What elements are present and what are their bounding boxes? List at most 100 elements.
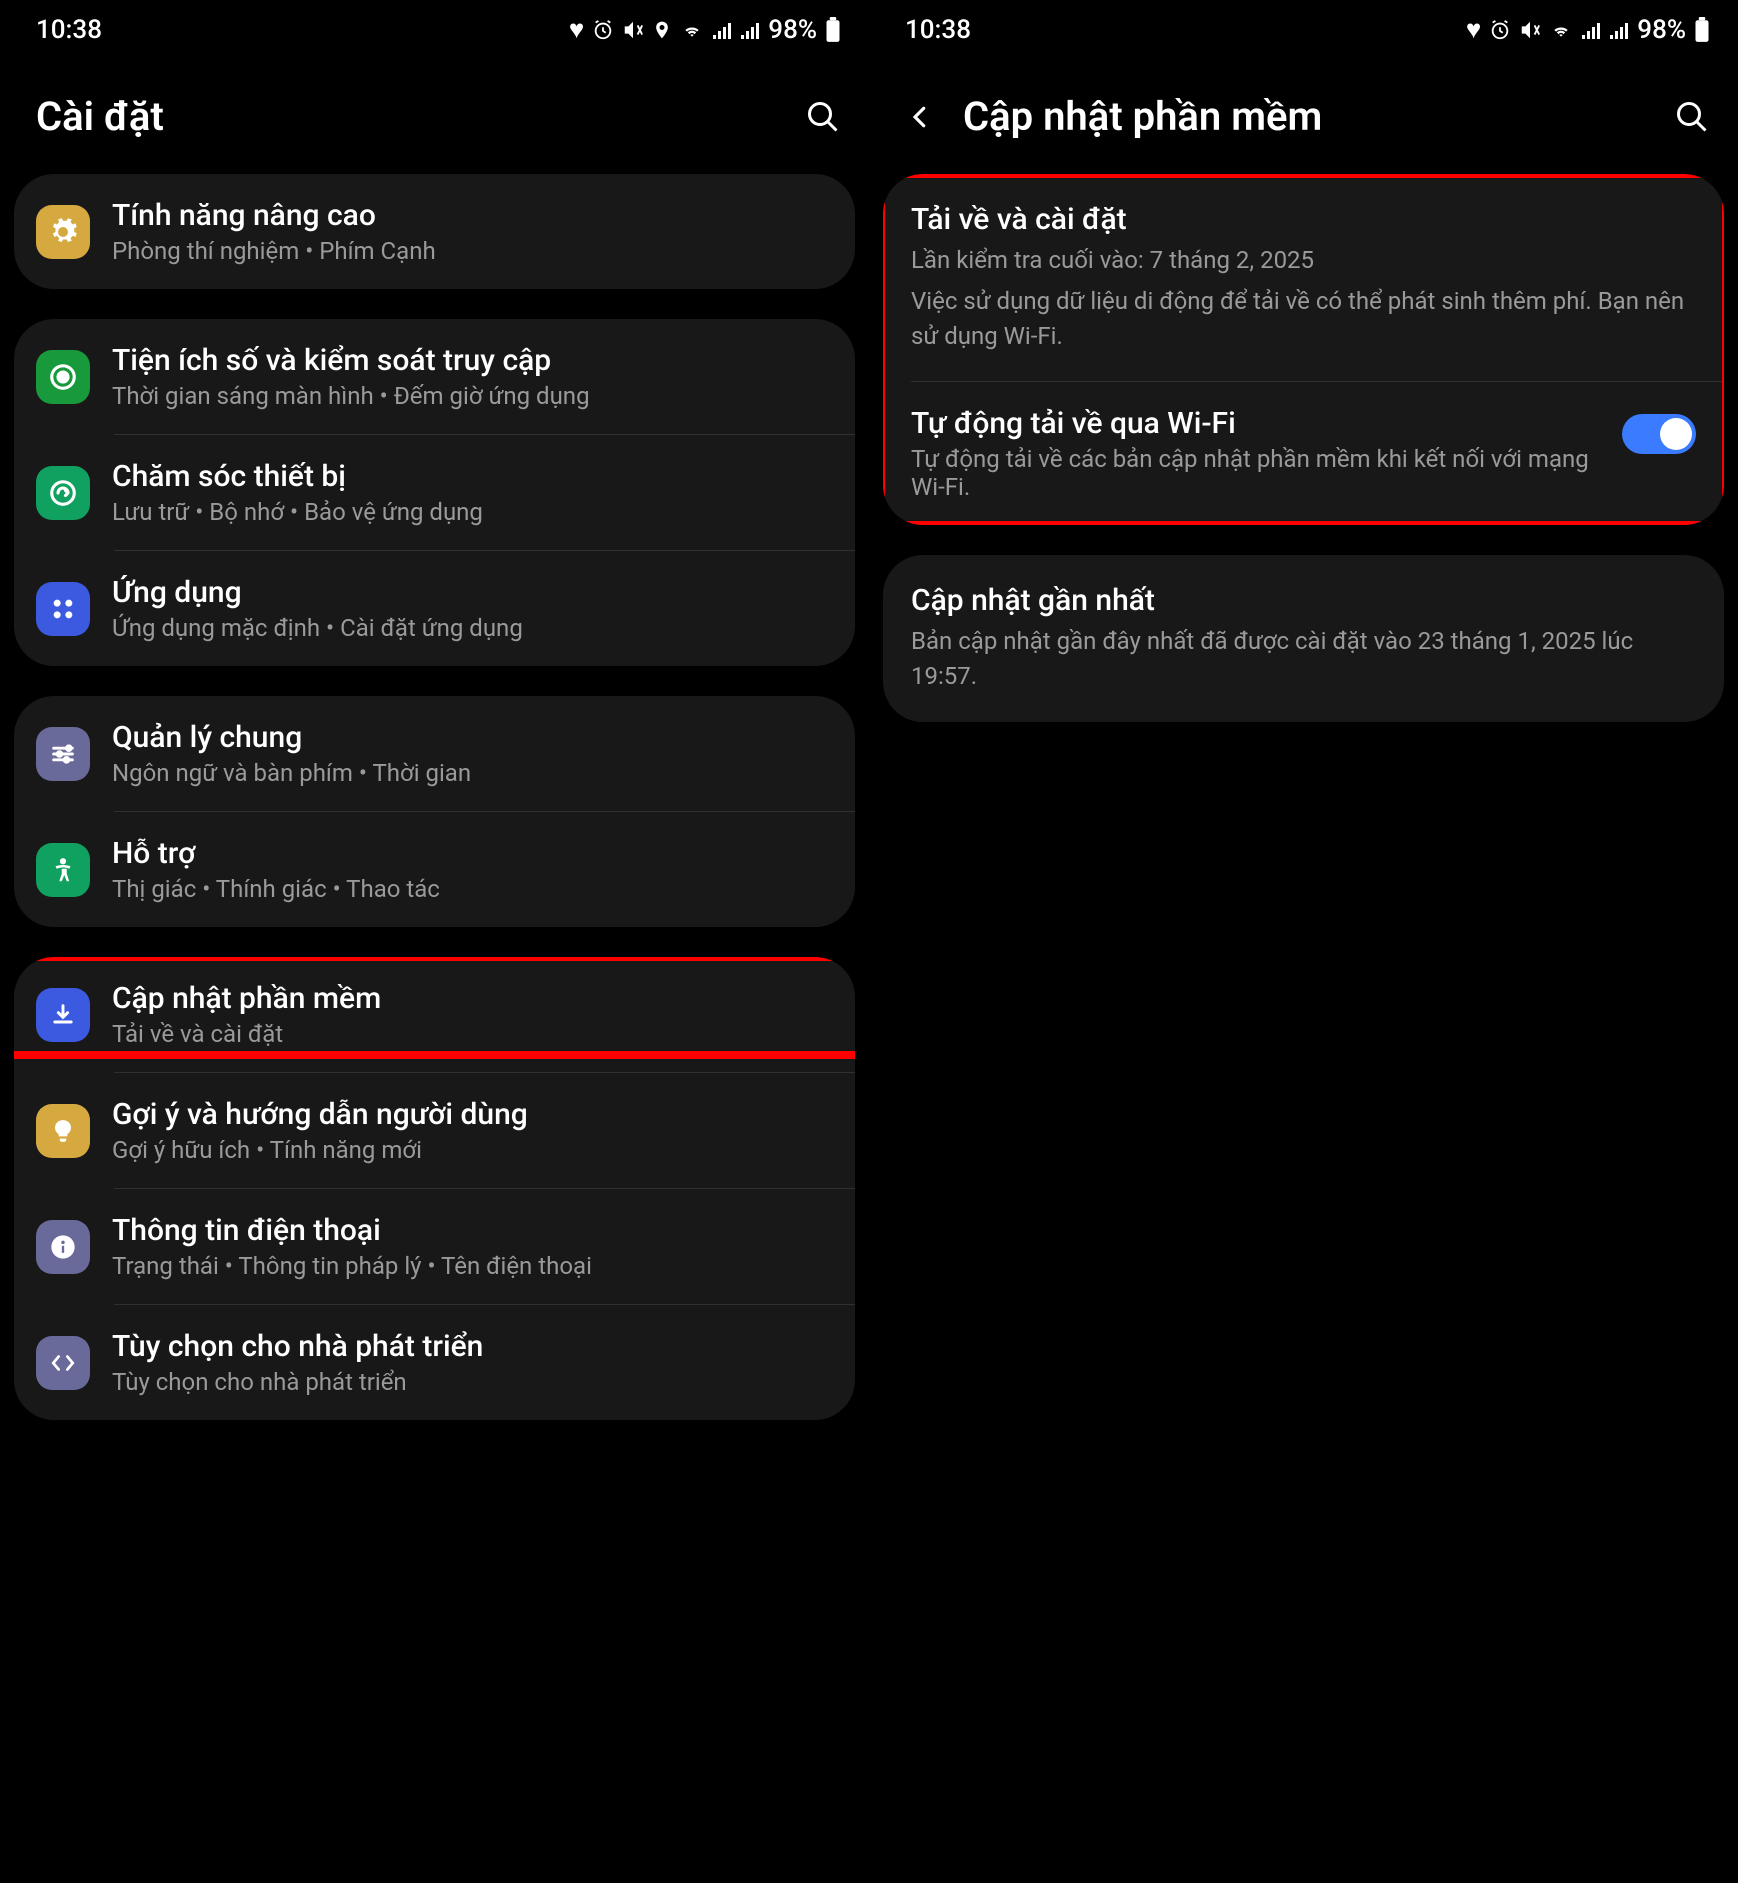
page-title: Cập nhật phần mềm bbox=[963, 93, 1322, 140]
search-button[interactable] bbox=[805, 99, 841, 135]
header-right: Cập nhật phần mềm bbox=[869, 53, 1738, 174]
row-tips[interactable]: Gợi ý và hướng dẫn người dùng Gợi ý hữu … bbox=[14, 1073, 855, 1188]
signal-icon-2 bbox=[740, 21, 760, 39]
row-about[interactable]: Thông tin điện thoại Trạng thái • Thông … bbox=[14, 1189, 855, 1304]
row-title: Quản lý chung bbox=[112, 720, 833, 755]
accessibility-icon bbox=[36, 843, 90, 897]
status-bar: 10:38 ♥ 98% bbox=[869, 0, 1738, 53]
row-sub: Thời gian sáng màn hình • Đếm giờ ứng dụ… bbox=[112, 382, 833, 410]
signal-icon bbox=[1581, 21, 1601, 39]
row-sub: Trạng thái • Thông tin pháp lý • Tên điệ… bbox=[112, 1252, 833, 1280]
row-advanced[interactable]: Tính năng nâng cao Phòng thí nghiệm • Ph… bbox=[14, 174, 855, 289]
row-title: Tiện ích số và kiểm soát truy cập bbox=[112, 343, 833, 378]
target-icon bbox=[36, 350, 90, 404]
status-time: 10:38 bbox=[905, 15, 971, 45]
row-text: Chăm sóc thiết bị Lưu trữ • Bộ nhớ • Bảo… bbox=[112, 459, 833, 526]
settings-list: Tính năng nâng cao Phòng thí nghiệm • Ph… bbox=[0, 174, 869, 1883]
status-icons: ♥ 98% bbox=[1466, 14, 1710, 45]
row-title: Ứng dụng bbox=[112, 575, 833, 610]
chevron-left-icon bbox=[905, 99, 935, 135]
alarm-icon bbox=[592, 19, 614, 41]
row-sub: Lưu trữ • Bộ nhớ • Bảo vệ ứng dụng bbox=[112, 498, 833, 526]
group-download: Tải về và cài đặt Lần kiểm tra cuối vào:… bbox=[883, 174, 1724, 525]
row-digital[interactable]: Tiện ích số và kiểm soát truy cập Thời g… bbox=[14, 319, 855, 434]
row-general[interactable]: Quản lý chung Ngôn ngữ và bàn phím • Thờ… bbox=[14, 696, 855, 811]
row-text: Tiện ích số và kiểm soát truy cập Thời g… bbox=[112, 343, 833, 410]
row-sub: Ứng dụng mặc định • Cài đặt ứng dụng bbox=[112, 614, 833, 642]
row-title: Cập nhật phần mềm bbox=[112, 981, 833, 1016]
row-sub: Tự động tải về các bản cập nhật phần mềm… bbox=[911, 445, 1604, 501]
row-auto-download[interactable]: Tự động tải về qua Wi-Fi Tự động tải về … bbox=[883, 382, 1724, 525]
row-title: Thông tin điện thoại bbox=[112, 1213, 833, 1248]
wifi-icon bbox=[680, 20, 704, 40]
group-last-update: Cập nhật gần nhất Bản cập nhật gần đây n… bbox=[883, 555, 1724, 722]
row-text: Tự động tải về qua Wi-Fi Tự động tải về … bbox=[911, 406, 1604, 501]
signal-icon bbox=[712, 21, 732, 39]
row-sub: Tải về và cài đặt bbox=[112, 1020, 833, 1048]
group-update: Cập nhật phần mềm Tải về và cài đặt Gợi … bbox=[14, 957, 855, 1420]
row-apps[interactable]: Ứng dụng Ứng dụng mặc định • Cài đặt ứng… bbox=[14, 551, 855, 666]
row-title: Gợi ý và hướng dẫn người dùng bbox=[112, 1097, 833, 1132]
row-title: Tự động tải về qua Wi-Fi bbox=[911, 406, 1604, 441]
row-download-install[interactable]: Tải về và cài đặt Lần kiểm tra cuối vào:… bbox=[883, 174, 1724, 381]
search-icon bbox=[1674, 99, 1710, 135]
heart-icon: ♥ bbox=[1466, 14, 1481, 45]
signal-icon-2 bbox=[1609, 21, 1629, 39]
phone-right: 10:38 ♥ 98% Cập nhật phần mềm Tải về và … bbox=[869, 0, 1738, 1883]
row-text: Tính năng nâng cao Phòng thí nghiệm • Ph… bbox=[112, 198, 833, 265]
row-title: Tải về và cài đặt bbox=[911, 202, 1696, 237]
row-title: Chăm sóc thiết bị bbox=[112, 459, 833, 494]
row-text: Thông tin điện thoại Trạng thái • Thông … bbox=[112, 1213, 833, 1280]
row-accessibility[interactable]: Hỗ trợ Thị giác • Thính giác • Thao tác bbox=[14, 812, 855, 927]
group-advanced: Tính năng nâng cao Phòng thí nghiệm • Ph… bbox=[14, 174, 855, 289]
row-title: Cập nhật gần nhất bbox=[911, 583, 1696, 618]
page-title: Cài đặt bbox=[36, 93, 164, 140]
phone-left: 10:38 ♥ 98% Cài đặt Tính năng nân bbox=[0, 0, 869, 1883]
row-text: Quản lý chung Ngôn ngữ và bàn phím • Thờ… bbox=[112, 720, 833, 787]
sliders-icon bbox=[36, 727, 90, 781]
heart-icon: ♥ bbox=[569, 14, 584, 45]
row-sub: Tùy chọn cho nhà phát triển bbox=[112, 1368, 833, 1396]
gear-icon bbox=[36, 205, 90, 259]
battery-text: 98% bbox=[768, 15, 817, 45]
header-left: Cài đặt bbox=[0, 53, 869, 174]
row-sub: Ngôn ngữ và bàn phím • Thời gian bbox=[112, 759, 833, 787]
row-sub: Phòng thí nghiệm • Phím Cạnh bbox=[112, 237, 833, 265]
row-software-update[interactable]: Cập nhật phần mềm Tải về và cài đặt bbox=[14, 957, 855, 1072]
refresh-icon bbox=[36, 466, 90, 520]
row-title: Tính năng nâng cao bbox=[112, 198, 833, 233]
status-icons: ♥ 98% bbox=[569, 14, 841, 45]
back-button[interactable] bbox=[905, 99, 935, 135]
row-text: Ứng dụng Ứng dụng mặc định • Cài đặt ứng… bbox=[112, 575, 833, 642]
row-sub-line1: Lần kiểm tra cuối vào: 7 tháng 2, 2025 bbox=[911, 243, 1696, 278]
status-bar: 10:38 ♥ 98% bbox=[0, 0, 869, 53]
update-list: Tải về và cài đặt Lần kiểm tra cuối vào:… bbox=[869, 174, 1738, 1883]
alarm-icon bbox=[1489, 19, 1511, 41]
row-developer[interactable]: Tùy chọn cho nhà phát triển Tùy chọn cho… bbox=[14, 1305, 855, 1420]
group-digital: Tiện ích số và kiểm soát truy cập Thời g… bbox=[14, 319, 855, 666]
battery-icon bbox=[1694, 17, 1710, 43]
apps-icon bbox=[36, 582, 90, 636]
battery-text: 98% bbox=[1637, 15, 1686, 45]
row-sub: Gợi ý hữu ích • Tính năng mới bbox=[112, 1136, 833, 1164]
toggle-switch[interactable] bbox=[1622, 414, 1696, 454]
row-text: Hỗ trợ Thị giác • Thính giác • Thao tác bbox=[112, 836, 833, 903]
battery-icon bbox=[825, 17, 841, 43]
location-icon bbox=[652, 20, 672, 40]
search-icon bbox=[805, 99, 841, 135]
group-general: Quản lý chung Ngôn ngữ và bàn phím • Thờ… bbox=[14, 696, 855, 927]
row-text: Tùy chọn cho nhà phát triển Tùy chọn cho… bbox=[112, 1329, 833, 1396]
bulb-icon bbox=[36, 1104, 90, 1158]
mute-icon bbox=[1519, 19, 1541, 41]
info-icon bbox=[36, 1220, 90, 1274]
row-text: Cập nhật phần mềm Tải về và cài đặt bbox=[112, 981, 833, 1048]
row-text: Gợi ý và hướng dẫn người dùng Gợi ý hữu … bbox=[112, 1097, 833, 1164]
status-time: 10:38 bbox=[36, 15, 102, 45]
search-button[interactable] bbox=[1674, 99, 1710, 135]
row-title: Hỗ trợ bbox=[112, 836, 833, 871]
code-icon bbox=[36, 1336, 90, 1390]
row-care[interactable]: Chăm sóc thiết bị Lưu trữ • Bộ nhớ • Bảo… bbox=[14, 435, 855, 550]
row-title: Tùy chọn cho nhà phát triển bbox=[112, 1329, 833, 1364]
row-sub: Thị giác • Thính giác • Thao tác bbox=[112, 875, 833, 903]
row-last-update[interactable]: Cập nhật gần nhất Bản cập nhật gần đây n… bbox=[883, 555, 1724, 722]
